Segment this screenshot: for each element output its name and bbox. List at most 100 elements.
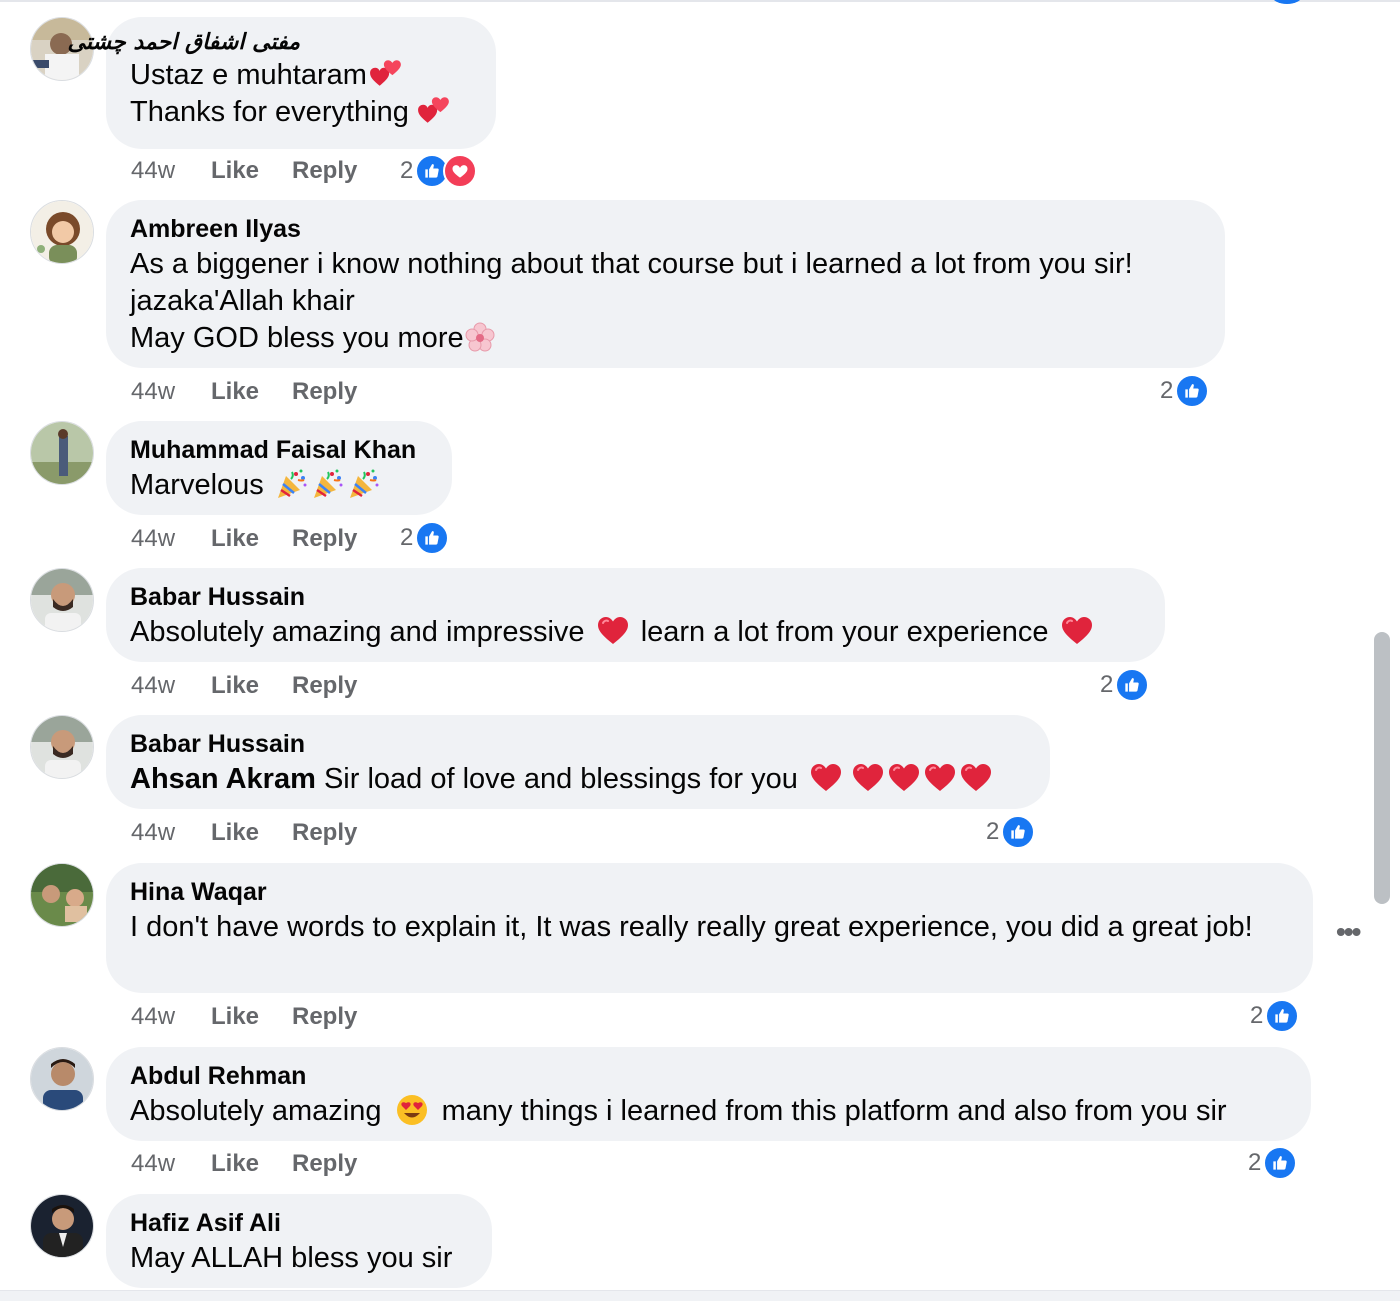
mention-link[interactable]: Ahsan Akram — [130, 763, 316, 795]
reply-button[interactable]: Reply — [292, 378, 357, 406]
avatar[interactable] — [30, 1194, 94, 1258]
reaction-count: 2 — [400, 157, 414, 184]
avatar[interactable] — [30, 715, 94, 779]
comment-text: Ustaz e muhtaram — [130, 57, 472, 94]
reply-button[interactable]: Reply — [292, 1150, 357, 1178]
reply-button[interactable]: Reply — [292, 819, 357, 847]
reaction-summary[interactable]: 2 — [400, 520, 450, 556]
more-horizontal-icon[interactable]: ••• — [1336, 916, 1361, 948]
like-icon — [1001, 815, 1036, 849]
like-button[interactable]: Like — [211, 672, 292, 700]
comment-text-line: learn a lot from your experience — [640, 616, 1049, 648]
comment-author[interactable]: Babar Hussain — [130, 727, 1026, 761]
comment-actions: 44w Like Reply — [131, 156, 357, 186]
like-icon — [1115, 668, 1150, 702]
comment-actions: 44w Like Reply — [131, 1002, 357, 1032]
party-popper-icon — [276, 468, 308, 500]
comment-actions: 44w Like Reply — [131, 524, 357, 554]
like-button[interactable]: Like — [211, 1003, 292, 1031]
comment-text-line: Ustaz e muhtaram — [130, 59, 367, 91]
party-popper-icon — [312, 468, 344, 500]
reaction-count: 2 — [986, 818, 1000, 845]
red-heart-icon — [924, 762, 956, 794]
comment-bubble: Hafiz Asif Ali May ALLAH bless you sir — [106, 1194, 492, 1288]
comment-author[interactable]: Hafiz Asif Ali — [130, 1206, 468, 1240]
comment-author[interactable]: Abdul Rehman — [130, 1059, 1287, 1093]
comment-text: Absolutely amazing many things i learned… — [130, 1093, 1287, 1130]
cherry-blossom-icon — [464, 321, 496, 353]
reaction-summary[interactable]: 2 — [1100, 667, 1150, 703]
comment-text: Thanks for everything — [130, 94, 472, 131]
comment-text-line: I don't have words to explain it, It was… — [130, 911, 1253, 943]
reaction-count: 2 — [1248, 1149, 1262, 1176]
comment-text-line: Absolutely amazing — [130, 1095, 382, 1127]
comment-author[interactable]: Babar Hussain — [130, 580, 1141, 614]
timestamp[interactable]: 44w — [131, 157, 211, 185]
reaction-summary[interactable]: 2 — [986, 814, 1036, 850]
comment-text: Ahsan Akram Sir load of love and blessin… — [130, 761, 1026, 798]
red-heart-icon — [810, 762, 842, 794]
comment-actions: 44w Like Reply — [131, 818, 357, 848]
reaction-summary[interactable]: 2 — [1248, 1145, 1298, 1181]
comment-bubble: Babar Hussain Absolutely amazing and imp… — [106, 568, 1165, 662]
timestamp[interactable]: 44w — [131, 525, 211, 553]
red-heart-icon — [888, 762, 920, 794]
like-button[interactable]: Like — [211, 157, 292, 185]
reaction-count: 2 — [1100, 671, 1114, 698]
comment-author[interactable]: Hina Waqar — [130, 875, 1289, 909]
heart-eyes-icon — [396, 1094, 428, 1126]
like-button[interactable]: Like — [211, 819, 292, 847]
reaction-count: 2 — [400, 524, 414, 551]
comment-text-line: Thanks for everything — [130, 96, 409, 128]
comment-author[interactable]: مفتی اشفاق احمد چشتی — [68, 27, 301, 57]
reaction-summary[interactable]: 2 — [1250, 998, 1300, 1034]
two-hearts-icon — [417, 93, 451, 127]
comment-text-line: May ALLAH bless you sir — [130, 1242, 453, 1274]
comment-text-line: Marvelous — [130, 469, 264, 501]
red-heart-icon — [960, 762, 992, 794]
comment-author[interactable]: Ambreen Ilyas — [130, 212, 1201, 246]
bottom-divider — [0, 1290, 1400, 1301]
avatar[interactable] — [30, 568, 94, 632]
reaction-count: 2 — [1160, 377, 1174, 404]
comment-actions: 44w Like Reply — [131, 1149, 357, 1179]
top-divider — [0, 0, 1400, 2]
comment-text-line: Sir load of love and blessings for you — [323, 763, 798, 795]
comment-actions: 44w Like Reply — [131, 671, 357, 701]
red-heart-icon — [1061, 615, 1093, 647]
comment-text-line: As a biggener i know nothing about that … — [130, 248, 1133, 280]
reply-button[interactable]: Reply — [292, 525, 357, 553]
comment-bubble: مفتی اشفاق احمد چشتی Ustaz e muhtaram Th… — [68, 17, 496, 149]
comment-bubble: Babar Hussain Ahsan Akram Sir load of lo… — [106, 715, 1050, 809]
timestamp[interactable]: 44w — [131, 378, 211, 406]
like-button[interactable]: Like — [211, 378, 292, 406]
like-icon — [1263, 1146, 1298, 1180]
like-button[interactable]: Like — [211, 1150, 292, 1178]
reply-button[interactable]: Reply — [292, 672, 357, 700]
avatar[interactable] — [30, 1047, 94, 1111]
comment-text-line: May GOD bless you more — [130, 322, 464, 354]
comment-bubble: Hina Waqar I don't have words to explain… — [106, 863, 1313, 993]
timestamp[interactable]: 44w — [131, 1003, 211, 1031]
party-popper-icon — [348, 468, 380, 500]
like-icon — [1265, 999, 1300, 1033]
avatar[interactable] — [30, 200, 94, 264]
timestamp[interactable]: 44w — [131, 1150, 211, 1178]
like-icon — [1175, 374, 1210, 408]
reaction-summary[interactable]: 2 — [400, 153, 478, 189]
timestamp[interactable]: 44w — [131, 672, 211, 700]
reply-button[interactable]: Reply — [292, 1003, 357, 1031]
red-heart-icon — [852, 762, 884, 794]
timestamp[interactable]: 44w — [131, 819, 211, 847]
reply-button[interactable]: Reply — [292, 157, 357, 185]
avatar[interactable] — [30, 863, 94, 927]
comment-author[interactable]: Muhammad Faisal Khan — [130, 433, 428, 467]
comment-actions: 44w Like Reply — [131, 377, 357, 407]
reaction-summary[interactable]: 2 — [1160, 373, 1210, 409]
like-button[interactable]: Like — [211, 525, 292, 553]
reaction-count: 2 — [1250, 1002, 1264, 1029]
comment-bubble: Ambreen Ilyas As a biggener i know nothi… — [106, 200, 1225, 368]
comment-bubble: Abdul Rehman Absolutely amazing many thi… — [106, 1047, 1311, 1141]
scrollbar-thumb[interactable] — [1374, 632, 1390, 904]
avatar[interactable] — [30, 421, 94, 485]
